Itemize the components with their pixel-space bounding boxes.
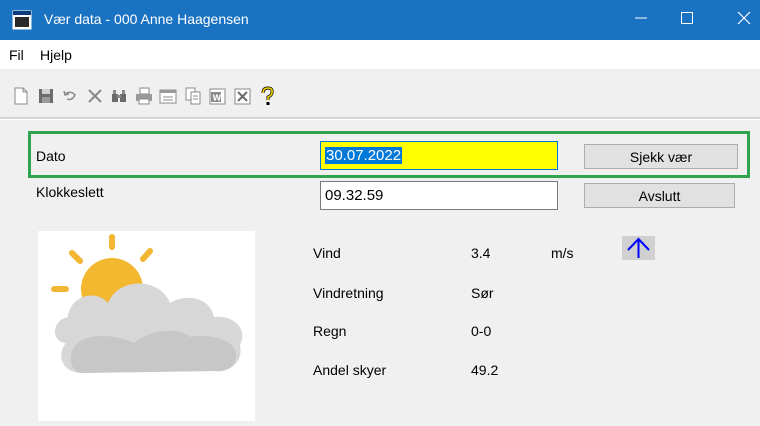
maximize-icon [681, 11, 693, 29]
form-icon[interactable] [157, 85, 179, 107]
new-document-icon[interactable] [10, 85, 32, 107]
menu-help[interactable]: Hjelp [40, 47, 72, 63]
close-box-icon[interactable] [231, 85, 253, 107]
minimize-button[interactable] [618, 0, 664, 40]
check-weather-button[interactable]: Sjekk vær [584, 144, 738, 169]
wind-unit: m/s [551, 245, 574, 261]
app-window-icon [12, 10, 32, 30]
rain-value: 0-0 [471, 323, 492, 339]
exit-button[interactable]: Avslutt [584, 183, 735, 208]
close-button[interactable] [728, 0, 760, 40]
rain-label: Regn [313, 323, 347, 339]
title-bar: Vær data - 000 Anne Haagensen [0, 0, 760, 40]
help-icon[interactable] [256, 85, 278, 107]
delete-icon[interactable] [84, 85, 106, 107]
direction-label: Vindretning [313, 285, 384, 301]
close-icon [737, 11, 751, 30]
cloud-label: Andel skyer [313, 362, 387, 378]
window-title: Vær data - 000 Anne Haagensen [44, 11, 249, 27]
arrow-up-icon [622, 236, 655, 260]
time-label: Klokkeslett [36, 184, 104, 200]
copy-icon[interactable] [182, 85, 204, 107]
date-label: Dato [36, 148, 66, 164]
date-field[interactable]: 30.07.2022 [320, 141, 558, 170]
print-icon[interactable] [133, 85, 155, 107]
maximize-button[interactable] [664, 0, 710, 40]
menu-file[interactable]: Fil [9, 47, 24, 63]
svg-text:W: W [213, 94, 222, 103]
date-value: 30.07.2022 [325, 147, 403, 164]
toolbar-separator [0, 117, 760, 120]
direction-value: Sør [471, 285, 494, 301]
partly-cloudy-icon [38, 234, 255, 425]
cloud-value: 49.2 [471, 362, 499, 378]
time-field[interactable]: 09.32.59 [320, 181, 558, 210]
toolbar: W [0, 69, 760, 117]
weather-image-pane [38, 231, 255, 421]
minimize-icon [635, 11, 647, 29]
menu-bar: Fil Hjelp [0, 40, 760, 69]
undo-icon[interactable] [59, 85, 81, 107]
wind-value: 3.4 [471, 245, 491, 261]
save-icon[interactable] [35, 85, 57, 107]
time-value: 09.32.59 [325, 187, 384, 204]
word-export-icon[interactable]: W [206, 85, 228, 107]
find-icon[interactable] [108, 85, 130, 107]
wind-label: Vind [313, 245, 341, 261]
